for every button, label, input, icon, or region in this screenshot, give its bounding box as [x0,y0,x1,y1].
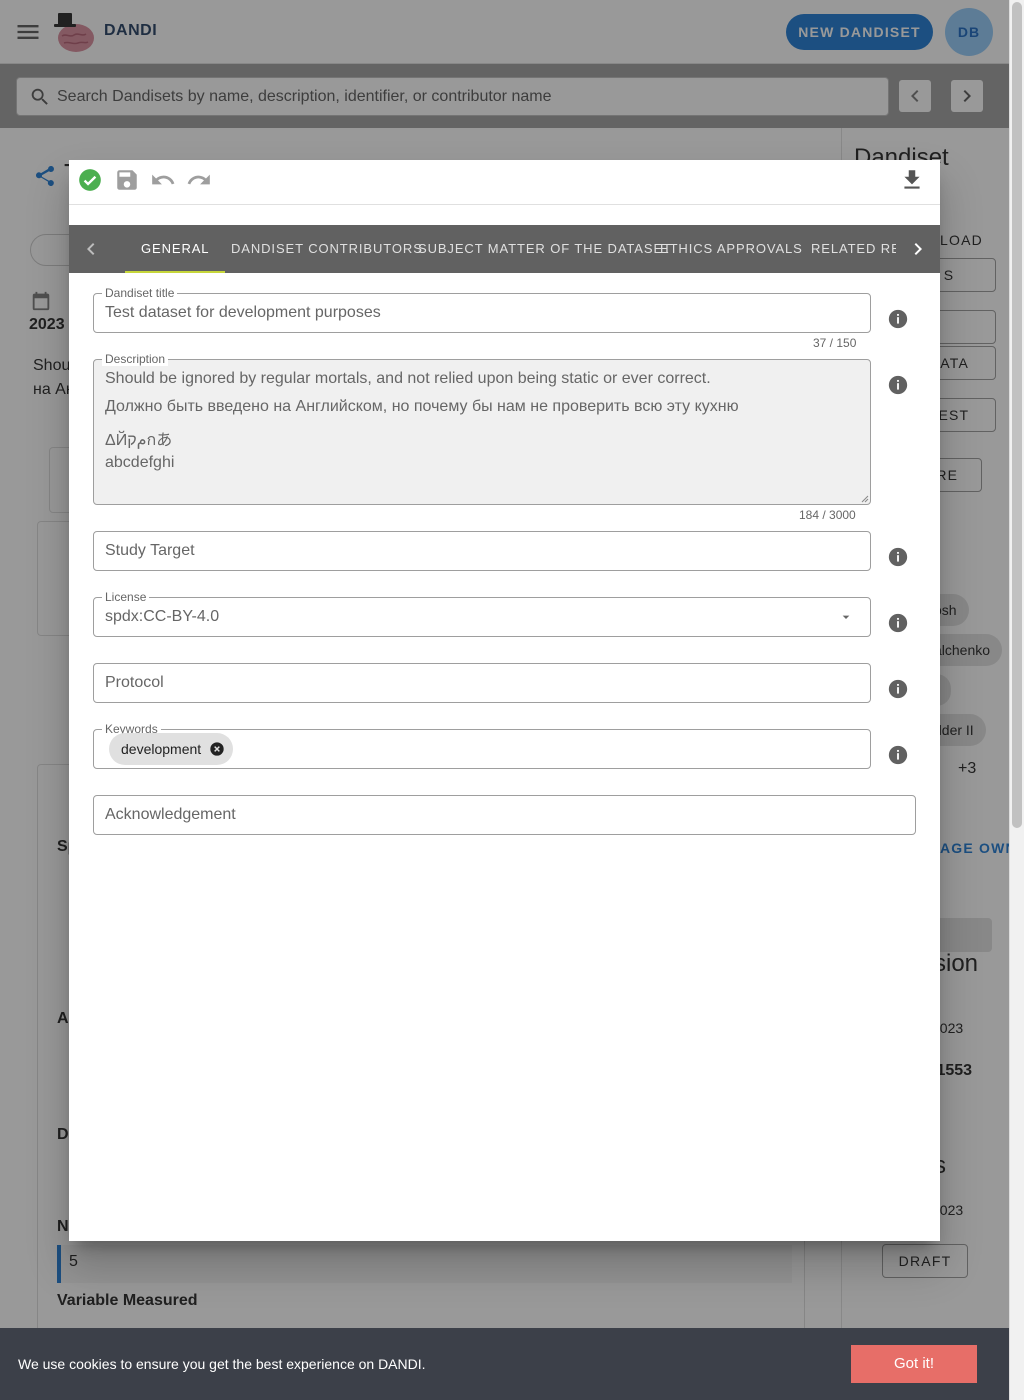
acknowledgement-field[interactable]: Acknowledgement [93,795,916,835]
keyword-chip-label: development [121,741,202,757]
info-icon[interactable] [887,612,909,634]
tabs-next-button[interactable] [896,225,940,273]
tabs-scroll-area: GENERAL DANDISET CONTRIBUTORS SUBJECT MA… [113,225,896,273]
description-line: ΔЙﻡקกあ [105,432,173,449]
remove-keyword-icon[interactable] [209,741,225,757]
resize-handle-icon[interactable] [861,495,869,503]
valid-check-icon [77,167,105,195]
editor-tabs: GENERAL DANDISET CONTRIBUTORS SUBJECT MA… [69,225,940,273]
description-label: Description [102,352,169,366]
protocol-placeholder: Protocol [105,674,164,691]
cookie-message: We use cookies to ensure you get the bes… [18,1356,426,1372]
dandiset-title-label: Dandiset title [102,286,178,300]
cookie-banner: We use cookies to ensure you get the bes… [0,1328,1009,1400]
page-scrollbar[interactable] [1009,0,1024,1400]
tabs-prev-button[interactable] [69,225,113,273]
info-icon[interactable] [887,546,909,568]
acknowledgement-placeholder: Acknowledgement [105,806,236,823]
redo-icon[interactable] [186,167,214,195]
scrollbar-thumb[interactable] [1012,2,1022,828]
title-char-counter: 37 / 150 [813,336,857,350]
editor-toolbar [69,160,940,205]
study-target-field[interactable]: Study Target [93,531,871,571]
tab-ethics-approvals[interactable]: ETHICS APPROVALS [644,225,819,273]
description-line: Should be ignored by regular mortals, an… [105,370,711,387]
keyword-chip[interactable]: development [109,733,233,765]
license-select[interactable]: License spdx:CC-BY-4.0 [93,590,871,637]
info-icon[interactable] [887,308,909,330]
description-char-counter: 184 / 3000 [799,508,856,522]
chevron-right-icon [914,243,922,255]
description-textarea[interactable]: Description Should be ignored by regular… [93,352,871,505]
tab-general[interactable]: GENERAL [125,225,226,273]
protocol-field[interactable]: Protocol [93,663,871,703]
info-icon[interactable] [887,744,909,766]
download-icon[interactable] [899,167,927,195]
keywords-field[interactable]: Keywords development [93,722,871,769]
save-icon[interactable] [114,167,142,195]
description-line: abcdefghi [105,454,175,471]
cookie-accept-button[interactable]: Got it! [851,1345,977,1383]
info-icon[interactable] [887,678,909,700]
tab-related-resources[interactable]: RELATED RESOURCES [795,225,896,273]
dandiset-title-field[interactable]: Dandiset title Test dataset for developm… [93,286,871,333]
info-icon[interactable] [887,374,909,396]
chevron-left-icon [87,243,95,255]
license-label: License [102,590,150,604]
description-line: Должно быть введено на Английском, но по… [105,398,739,415]
undo-icon[interactable] [150,167,178,195]
dropdown-caret-icon[interactable] [838,609,854,625]
license-value: spdx:CC-BY-4.0 [105,608,220,625]
metadata-editor-dialog: GENERAL DANDISET CONTRIBUTORS SUBJECT MA… [69,160,940,1241]
study-target-placeholder: Study Target [105,542,195,559]
dandiset-title-value: Test dataset for development purposes [105,304,381,321]
